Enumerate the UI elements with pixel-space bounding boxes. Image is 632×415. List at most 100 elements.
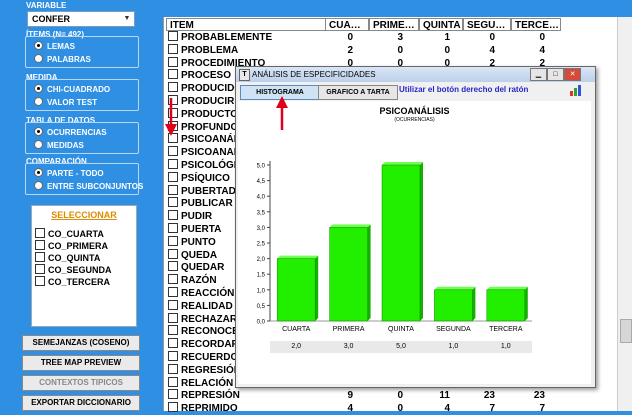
- checkbox-co-tercera[interactable]: CO_TERCERA: [35, 276, 110, 287]
- chart-export-icon[interactable]: [569, 83, 583, 97]
- table-row[interactable]: REACCIÓN: [168, 287, 234, 300]
- table-row[interactable]: PROBABLEMENTE: [168, 31, 272, 44]
- radio-lemas[interactable]: LEMAS: [34, 41, 75, 51]
- table-row[interactable]: PUBERTAD: [168, 184, 236, 198]
- radio-icon[interactable]: [34, 181, 43, 190]
- table-row[interactable]: PSICOANÁL: [168, 133, 240, 146]
- bar-quinta[interactable]: [381, 164, 421, 322]
- radio-icon[interactable]: [34, 140, 43, 149]
- checkbox-co-segunda[interactable]: CO_SEGUNDA: [35, 264, 112, 275]
- tarta-button[interactable]: GRAFICO A TARTA: [318, 85, 398, 100]
- table-row[interactable]: QUEDA: [168, 248, 217, 262]
- radio-parte-todo[interactable]: PARTE - TODO: [34, 168, 104, 178]
- checkbox-icon[interactable]: [168, 376, 178, 387]
- scrollbar-thumb[interactable]: [620, 319, 632, 343]
- table-row[interactable]: PUNTO: [168, 235, 216, 249]
- table-row[interactable]: PUBLICAR: [168, 197, 233, 210]
- bar-tercera[interactable]: [486, 289, 526, 322]
- table-row[interactable]: REGRESIÓN: [168, 363, 241, 377]
- checkbox-icon[interactable]: [168, 274, 178, 285]
- checkbox-icon[interactable]: [168, 197, 178, 208]
- bar-cuarta[interactable]: [276, 258, 316, 322]
- table-row[interactable]: REPRIMIDO: [168, 402, 238, 415]
- checkbox-icon[interactable]: [35, 276, 45, 286]
- checkbox-co-quinta[interactable]: CO_QUINTA: [35, 252, 100, 263]
- table-row[interactable]: PUERTA: [168, 223, 221, 236]
- checkbox-icon[interactable]: [168, 261, 178, 272]
- minimize-icon[interactable]: ▁: [530, 68, 547, 81]
- table-row[interactable]: PSICOLÓGI: [168, 159, 237, 172]
- seleccionar-link[interactable]: SELECCIONAR: [32, 210, 136, 220]
- checkbox-icon[interactable]: [168, 159, 178, 169]
- radio-icon[interactable]: [34, 84, 43, 93]
- radio-valor-test[interactable]: VALOR TEST: [34, 97, 97, 107]
- table-row[interactable]: RELACIÓN: [168, 376, 233, 390]
- table-row[interactable]: REALIDAD: [168, 299, 233, 313]
- bar-segunda[interactable]: [434, 289, 473, 322]
- checkbox-icon[interactable]: [168, 146, 178, 157]
- table-row[interactable]: PSÍQUICO: [168, 171, 230, 185]
- radio-ocurrencias[interactable]: OCURRENCIAS: [34, 127, 107, 137]
- variable-select[interactable]: CONFER ▼: [27, 11, 135, 27]
- checkbox-icon[interactable]: [35, 252, 45, 262]
- table-scrollbar[interactable]: [617, 17, 632, 411]
- checkbox-co-cuarta[interactable]: CO_CUARTA: [35, 228, 104, 239]
- radio-icon[interactable]: [34, 168, 43, 177]
- checkbox-icon[interactable]: [35, 264, 45, 274]
- table-row[interactable]: RECORDAR: [168, 338, 239, 351]
- checkbox-icon[interactable]: [168, 31, 178, 41]
- checkbox-icon[interactable]: [168, 325, 178, 336]
- chevron-down-icon[interactable]: ▼: [122, 14, 132, 24]
- checkbox-icon[interactable]: [168, 351, 178, 361]
- table-row[interactable]: RECHAZAR: [168, 312, 237, 326]
- radio-medidas[interactable]: MEDIDAS: [34, 140, 84, 150]
- table-header-segunda[interactable]: SEGU…: [463, 18, 511, 31]
- semejanzas-button[interactable]: SEMEJANZAS (COSENO): [22, 335, 140, 351]
- checkbox-icon[interactable]: [168, 235, 178, 246]
- radio-entre-subconjuntos[interactable]: ENTRE SUBCONJUNTOS: [34, 181, 143, 191]
- checkbox-icon[interactable]: [168, 184, 178, 195]
- checkbox-icon[interactable]: [168, 363, 178, 374]
- table-header-quinta[interactable]: QUINTA: [419, 18, 463, 31]
- close-icon[interactable]: ✕: [564, 68, 581, 81]
- table-row[interactable]: RAZÓN: [168, 274, 217, 287]
- checkbox-icon[interactable]: [168, 389, 178, 400]
- table-row[interactable]: PUDIR: [168, 210, 212, 223]
- checkbox-icon[interactable]: [168, 338, 178, 349]
- table-header-primera[interactable]: PRIME…: [369, 18, 419, 31]
- table-row[interactable]: PRODUCTO: [168, 107, 238, 121]
- table-row[interactable]: QUEDAR: [168, 261, 224, 274]
- checkbox-co-primera[interactable]: CO_PRIMERA: [35, 240, 108, 251]
- radio-icon[interactable]: [34, 54, 43, 63]
- table-header-cuarta[interactable]: CUA…: [325, 18, 369, 31]
- checkbox-icon[interactable]: [35, 228, 45, 238]
- table-row[interactable]: PSICOANAL: [168, 146, 240, 159]
- maximize-icon[interactable]: □: [547, 68, 564, 81]
- checkbox-icon[interactable]: [168, 248, 178, 259]
- table-row[interactable]: RECUERDO: [168, 351, 238, 364]
- checkbox-icon[interactable]: [168, 287, 178, 297]
- contextos-button[interactable]: CONTEXTOS TIPICOS: [22, 375, 140, 391]
- checkbox-icon[interactable]: [168, 69, 178, 80]
- bar-primera[interactable]: [329, 227, 368, 322]
- table-row[interactable]: PROFUNDO: [168, 120, 238, 134]
- table-row[interactable]: RECONOCE: [168, 325, 239, 338]
- radio-icon[interactable]: [34, 127, 43, 136]
- checkbox-icon[interactable]: [168, 299, 178, 310]
- table-row[interactable]: PROBLEMA: [168, 43, 238, 57]
- checkbox-icon[interactable]: [168, 223, 178, 233]
- checkbox-icon[interactable]: [168, 82, 178, 93]
- checkbox-icon[interactable]: [168, 43, 178, 54]
- radio-palabras[interactable]: PALABRAS: [34, 54, 91, 64]
- checkbox-icon[interactable]: [168, 210, 178, 221]
- exportar-button[interactable]: EXPORTAR DICCIONARIO: [22, 395, 140, 411]
- table-row[interactable]: REPRESIÓN: [168, 389, 240, 402]
- treemap-button[interactable]: TREE MAP PREVIEW: [22, 355, 140, 371]
- table-header-tercera[interactable]: TERCE…: [511, 18, 561, 31]
- checkbox-icon[interactable]: [168, 312, 178, 323]
- table-row[interactable]: PROCESO: [168, 69, 231, 82]
- checkbox-icon[interactable]: [35, 240, 45, 250]
- radio-icon[interactable]: [34, 41, 43, 50]
- table-row[interactable]: PRODUCIDO: [168, 82, 242, 95]
- radio-chi-cuadrado[interactable]: CHI-CUADRADO: [34, 84, 110, 94]
